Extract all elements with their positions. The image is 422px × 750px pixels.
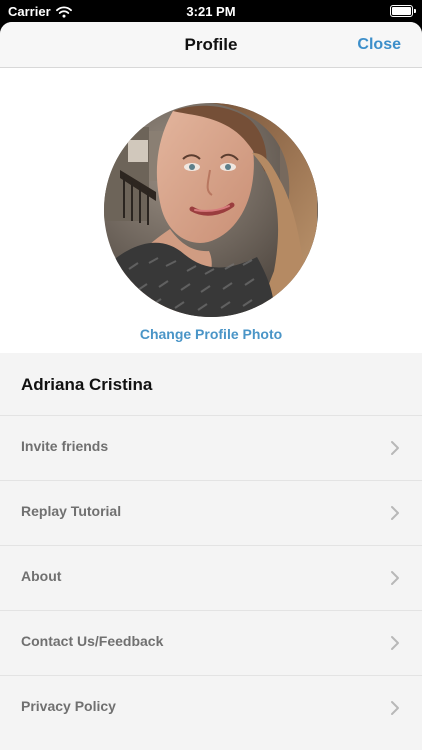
chevron-right-icon [391, 701, 399, 715]
menu-item-contact-feedback[interactable]: Contact Us/Feedback [0, 610, 422, 675]
chevron-right-icon [391, 571, 399, 585]
battery-icon [390, 5, 416, 17]
menu-item-label: Privacy Policy [21, 698, 116, 714]
menu-item-label: Invite friends [21, 438, 109, 454]
menu-item-label: About [21, 568, 62, 584]
close-button[interactable]: Close [357, 36, 401, 54]
menu-item-about[interactable]: About [0, 545, 422, 610]
menu-item-replay-tutorial[interactable]: Replay Tutorial [0, 480, 422, 545]
menu-item-privacy-policy[interactable]: Privacy Policy [0, 675, 422, 740]
profile-name-row: Adriana Cristina [0, 353, 422, 415]
profile-photo-section: Change Profile Photo [0, 68, 422, 353]
battery-level [392, 7, 411, 15]
profile-name: Adriana Cristina [21, 375, 153, 394]
menu-item-invite-friends[interactable]: Invite friends [0, 415, 422, 480]
change-profile-photo-button[interactable]: Change Profile Photo [0, 326, 422, 342]
profile-screen: Carrier 3:21 PM Profile Close Change Pro… [0, 0, 422, 750]
profile-photo [104, 103, 318, 317]
status-bar: Carrier 3:21 PM [0, 0, 422, 22]
avatar[interactable] [104, 103, 318, 317]
profile-sheet: Profile Close Change Profile Photo Adria… [0, 22, 422, 750]
chevron-right-icon [391, 636, 399, 650]
status-time: 3:21 PM [186, 4, 236, 19]
menu-item-label: Contact Us/Feedback [21, 633, 164, 649]
menu-item-label: Replay Tutorial [21, 503, 122, 519]
chevron-right-icon [391, 506, 399, 520]
chevron-right-icon [391, 441, 399, 455]
navigation-bar: Profile Close [0, 22, 422, 68]
